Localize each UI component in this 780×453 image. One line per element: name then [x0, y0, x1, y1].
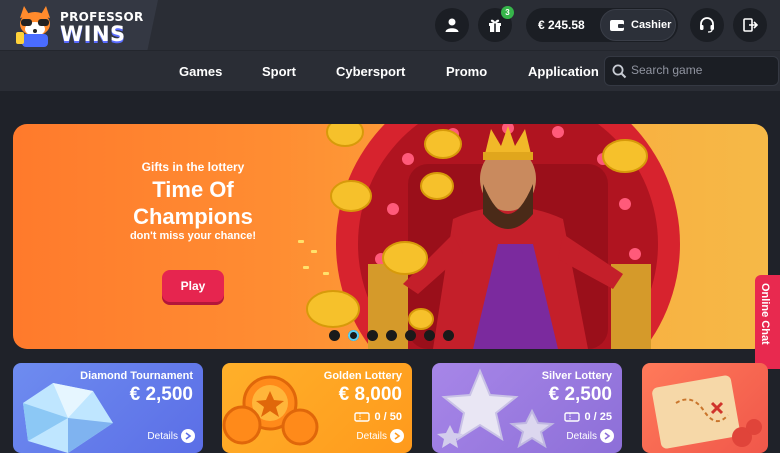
nav-item-promo[interactable]: Promo: [446, 64, 487, 79]
ticket-icon: [354, 412, 371, 422]
carousel-dot[interactable]: [329, 330, 340, 341]
support-button[interactable]: [690, 8, 724, 42]
card-details-link[interactable]: Details: [566, 429, 614, 443]
nav-item-cybersport[interactable]: Cybersport: [336, 64, 405, 79]
logout-button[interactable]: [733, 8, 767, 42]
details-label: Details: [356, 430, 387, 442]
arrow-right-icon: [390, 429, 404, 443]
card-diamond-tournament[interactable]: Diamond Tournament € 2,500 Details: [13, 363, 203, 453]
search-box[interactable]: [604, 56, 779, 86]
carousel-dots: [329, 330, 454, 341]
profile-button[interactable]: [435, 8, 469, 42]
balance-amount: € 245.58: [538, 18, 585, 32]
gift-icon: [489, 19, 501, 32]
banner-subtitle: Gifts in the lottery: [141, 160, 245, 174]
carousel-dot[interactable]: [443, 330, 454, 341]
logout-icon: [743, 18, 758, 32]
card-title: Golden Lottery: [323, 370, 402, 382]
logo-text-wins: WINS: [60, 22, 126, 46]
search-icon: [612, 64, 627, 79]
online-chat-label: Online Chat: [759, 283, 771, 345]
user-icon: [445, 18, 459, 32]
nav-item-sport[interactable]: Sport: [262, 64, 296, 79]
arrow-right-icon: [600, 429, 614, 443]
fox-mascot-icon: [16, 6, 50, 47]
ticket-count: 0 / 50: [354, 411, 402, 423]
card-amount: € 2,500: [548, 384, 612, 405]
card-title: Diamond Tournament: [80, 370, 193, 382]
card-treasure-promo[interactable]: [642, 363, 768, 453]
gift-button[interactable]: 3: [478, 6, 514, 42]
play-button[interactable]: Play: [162, 270, 224, 302]
ticket-count-value: 0 / 25: [584, 411, 612, 423]
arrow-right-icon: [181, 429, 195, 443]
promo-banner[interactable]: Gifts in the lottery Time Of Champions d…: [13, 124, 768, 349]
card-silver-lottery[interactable]: Silver Lottery € 2,500 0 / 25 Details: [432, 363, 622, 453]
carousel-dot[interactable]: [405, 330, 416, 341]
headset-icon: [700, 17, 714, 33]
details-label: Details: [147, 430, 178, 442]
card-details-link[interactable]: Details: [356, 429, 404, 443]
banner-title-line2: Champions: [133, 204, 253, 229]
card-golden-lottery[interactable]: Golden Lottery € 8,000 0 / 50 Details: [222, 363, 412, 453]
ticket-count: 0 / 25: [564, 411, 612, 423]
treasure-map-icon: [652, 375, 762, 449]
carousel-dot[interactable]: [367, 330, 378, 341]
nav-item-application[interactable]: Application: [528, 64, 599, 79]
cashier-button[interactable]: Cashier: [600, 9, 676, 41]
carousel-dot-active[interactable]: [348, 330, 359, 341]
card-details-link[interactable]: Details: [147, 429, 195, 443]
banner-title: Time Of Champions: [13, 176, 373, 230]
details-label: Details: [566, 430, 597, 442]
card-title: Silver Lottery: [541, 370, 612, 382]
gift-count-badge: 3: [501, 6, 514, 19]
search-input[interactable]: [631, 63, 771, 77]
carousel-dot[interactable]: [424, 330, 435, 341]
wallet-icon: [610, 20, 624, 31]
carousel-dot[interactable]: [386, 330, 397, 341]
ticket-icon: [564, 412, 581, 422]
ticket-count-value: 0 / 50: [374, 411, 402, 423]
online-chat-tab[interactable]: Online Chat: [755, 275, 780, 369]
banner-title-line1: Time Of: [152, 177, 234, 202]
card-amount: € 2,500: [129, 384, 193, 405]
card-amount: € 8,000: [338, 384, 402, 405]
cashier-label: Cashier: [631, 19, 672, 31]
banner-tagline: don't miss your chance!: [129, 230, 257, 242]
nav-item-games[interactable]: Games: [179, 64, 222, 79]
